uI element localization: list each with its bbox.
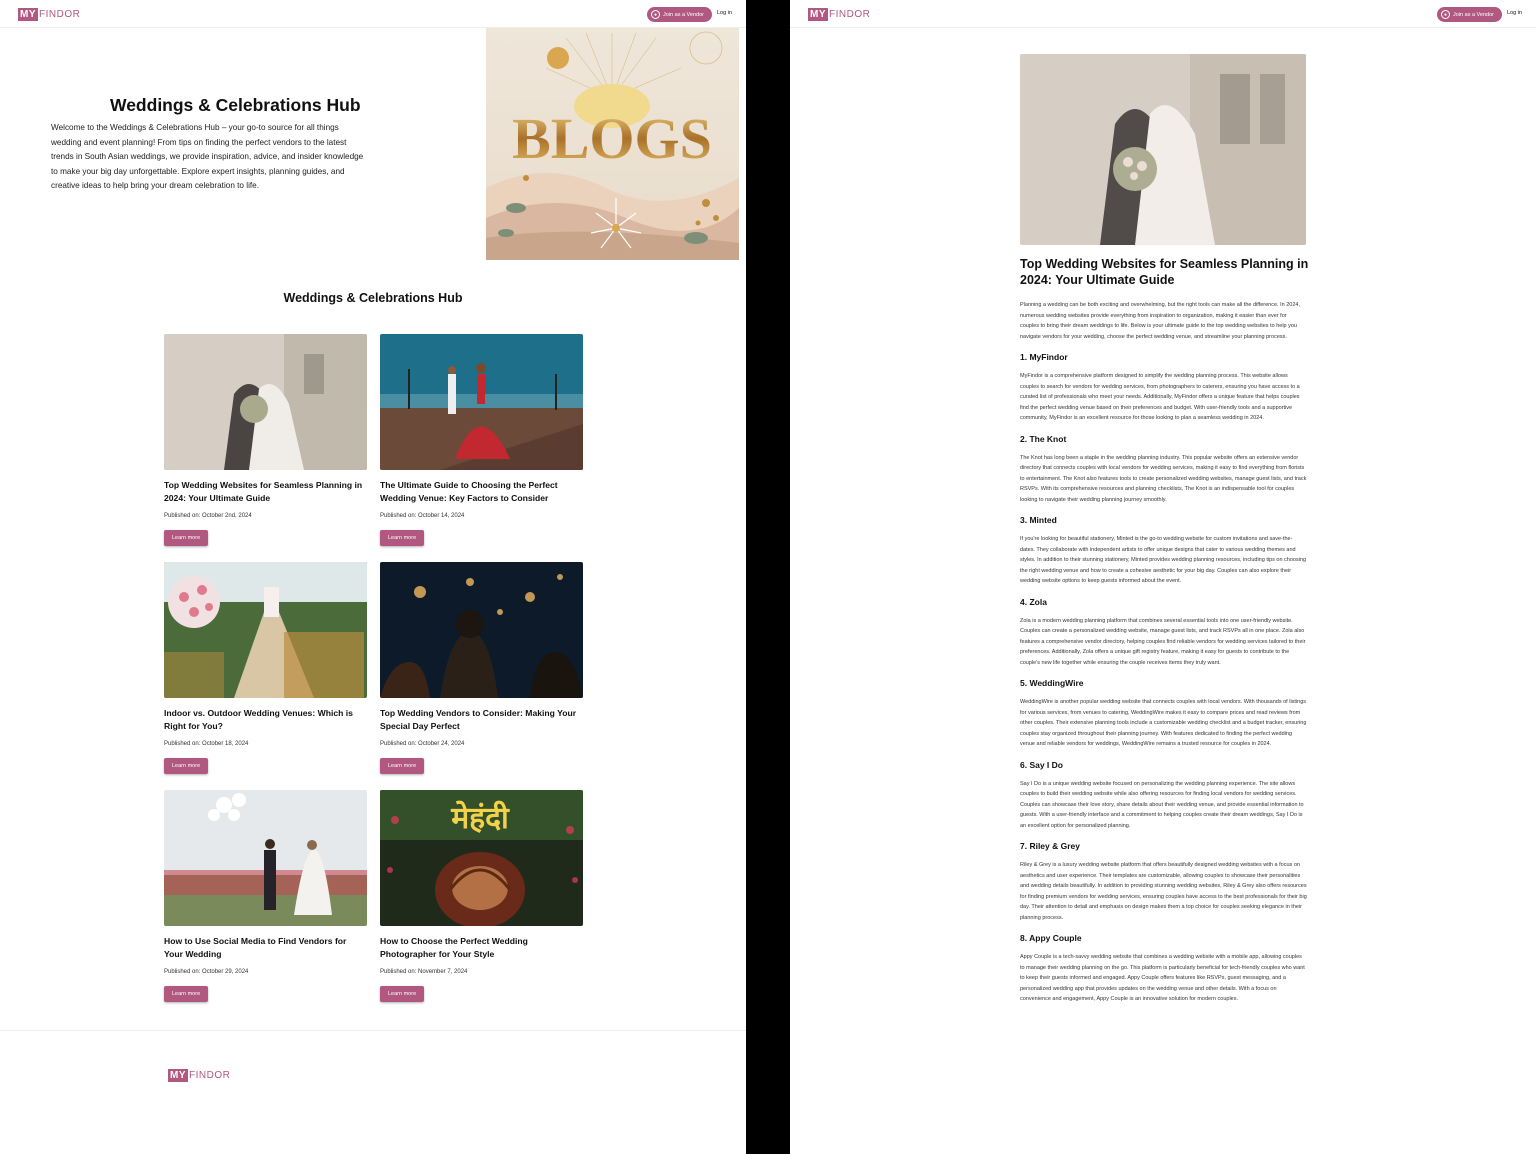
blog-card: मेहंदी How to Choose the Perfect Wedding…	[380, 790, 583, 1002]
site-logo[interactable]: MY FINDOR	[18, 8, 80, 21]
article-title: Top Wedding Websites for Seamless Planni…	[1020, 257, 1309, 287]
logo-my: MY	[808, 8, 828, 21]
section-heading: 4. Zola	[1020, 596, 1047, 607]
section-body: MyFindor is a comprehensive platform des…	[1020, 373, 1300, 421]
join-vendor-label: Join as a Vendor	[663, 11, 704, 18]
card-date: Published on: October 2nd, 2024	[164, 513, 252, 519]
section-heading: 6. Say I Do	[1020, 759, 1063, 770]
card-title[interactable]: How to Use Social Media to Find Vendors …	[164, 935, 367, 961]
card-image[interactable]	[380, 562, 583, 698]
mehndi-sign: मेहंदी	[450, 800, 510, 836]
learn-more-button[interactable]: Learn more	[380, 758, 425, 774]
learn-more-button[interactable]: Learn more	[380, 530, 425, 546]
blog-card: Top Wedding Websites for Seamless Planni…	[164, 334, 367, 546]
card-date: Published on: October 24, 2024	[380, 741, 465, 747]
learn-more-button[interactable]: Learn more	[164, 758, 209, 774]
card-image[interactable]	[164, 334, 367, 470]
section-body: WeddingWire is another popular wedding w…	[1020, 699, 1307, 747]
user-icon: ●	[1441, 10, 1451, 19]
join-vendor-button[interactable]: ● Join as a Vendor	[647, 7, 712, 22]
card-image[interactable]	[164, 790, 367, 926]
article-page: MY FINDOR ● Join as a Vendor Log in Top We…	[790, 0, 1536, 1154]
section-title: Weddings & Celebrations Hub	[283, 291, 463, 305]
blog-index-page: MY FINDOR ● Join as a Vendor Log in Weddin…	[0, 0, 746, 1154]
section-heading: 1. MyFindor	[1020, 352, 1068, 362]
card-date: Published on: October 14, 2024	[380, 513, 465, 519]
card-image[interactable]	[164, 562, 367, 698]
learn-more-button[interactable]: Learn more	[164, 530, 209, 546]
logo-findor: FINDOR	[189, 1070, 231, 1081]
card-title[interactable]: Top Wedding Websites for Seamless Planni…	[164, 479, 367, 505]
logo-my: MY	[168, 1069, 188, 1082]
section-heading: 3. Minted	[1020, 515, 1057, 525]
blog-card: The Ultimate Guide to Choosing the Perfe…	[380, 334, 583, 546]
logo-findor: FINDOR	[829, 9, 871, 20]
section-body: If you're looking for beautiful statione…	[1020, 536, 1307, 584]
blog-card: Indoor vs. Outdoor Wedding Venues: Which…	[164, 562, 367, 774]
section-heading: 8. Appy Couple	[1020, 933, 1082, 943]
section-heading: 5. WeddingWire	[1020, 678, 1084, 688]
login-link[interactable]: Log in	[717, 10, 732, 16]
footer-divider	[0, 1030, 746, 1031]
card-title[interactable]: Indoor vs. Outdoor Wedding Venues: Which…	[164, 707, 367, 733]
learn-more-button[interactable]: Learn more	[380, 986, 425, 1002]
join-vendor-button[interactable]: ● Join as a Vendor	[1437, 7, 1502, 22]
user-icon: ●	[651, 10, 661, 19]
logo-my: MY	[18, 8, 38, 21]
site-logo[interactable]: MY FINDOR	[808, 8, 870, 21]
section-body: Say I Do is a unique wedding website foc…	[1020, 780, 1304, 829]
hero-blogs-image: BLOGS	[486, 28, 739, 260]
section-body: Appy Couple is a tech-savvy wedding webs…	[1020, 954, 1305, 1002]
site-header: MY FINDOR ● Join as a Vendor Log in	[0, 0, 746, 28]
card-date: Published on: October 29, 2024	[164, 969, 249, 975]
join-vendor-label: Join as a Vendor	[1453, 11, 1494, 18]
site-header: MY FINDOR ● Join as a Vendor Log in	[790, 0, 1536, 28]
card-title[interactable]: The Ultimate Guide to Choosing the Perfe…	[380, 479, 583, 505]
card-date: Published on: October 18, 2024	[164, 741, 249, 747]
blog-card: How to Use Social Media to Find Vendors …	[164, 790, 367, 1002]
card-title[interactable]: Top Wedding Vendors to Consider: Making …	[380, 707, 583, 733]
learn-more-button[interactable]: Learn more	[164, 986, 209, 1002]
blog-card: Top Wedding Vendors to Consider: Making …	[380, 562, 583, 774]
section-body: Zola is a modern wedding planning platfo…	[1020, 617, 1306, 666]
card-image[interactable]	[380, 334, 583, 470]
section-body: Riley & Grey is a luxury wedding website…	[1020, 862, 1307, 921]
section-heading: 7. Riley & Grey	[1020, 841, 1081, 851]
logo-findor: FINDOR	[39, 9, 81, 20]
card-title[interactable]: How to Choose the Perfect Wedding Photog…	[380, 935, 583, 961]
card-date: Published on: November 7, 2024	[380, 969, 468, 975]
login-link[interactable]: Log in	[1507, 10, 1522, 16]
article-intro: Planning a wedding can be both exciting …	[1020, 302, 1300, 340]
card-image[interactable]: मेहंदी	[380, 790, 583, 926]
hero-title: Weddings & Celebrations Hub	[110, 95, 361, 115]
blogs-word: BLOGS	[512, 106, 712, 171]
footer-logo[interactable]: MY FINDOR	[168, 1069, 230, 1082]
article-hero-image	[1020, 54, 1306, 245]
hero-description: Welcome to the Weddings & Celebrations H…	[51, 123, 364, 191]
section-body: The Knot has long been a staple in the w…	[1020, 454, 1307, 503]
article-body: Planning a wedding can be both exciting …	[1020, 300, 1307, 1015]
section-heading: 2. The Knot	[1020, 433, 1067, 444]
